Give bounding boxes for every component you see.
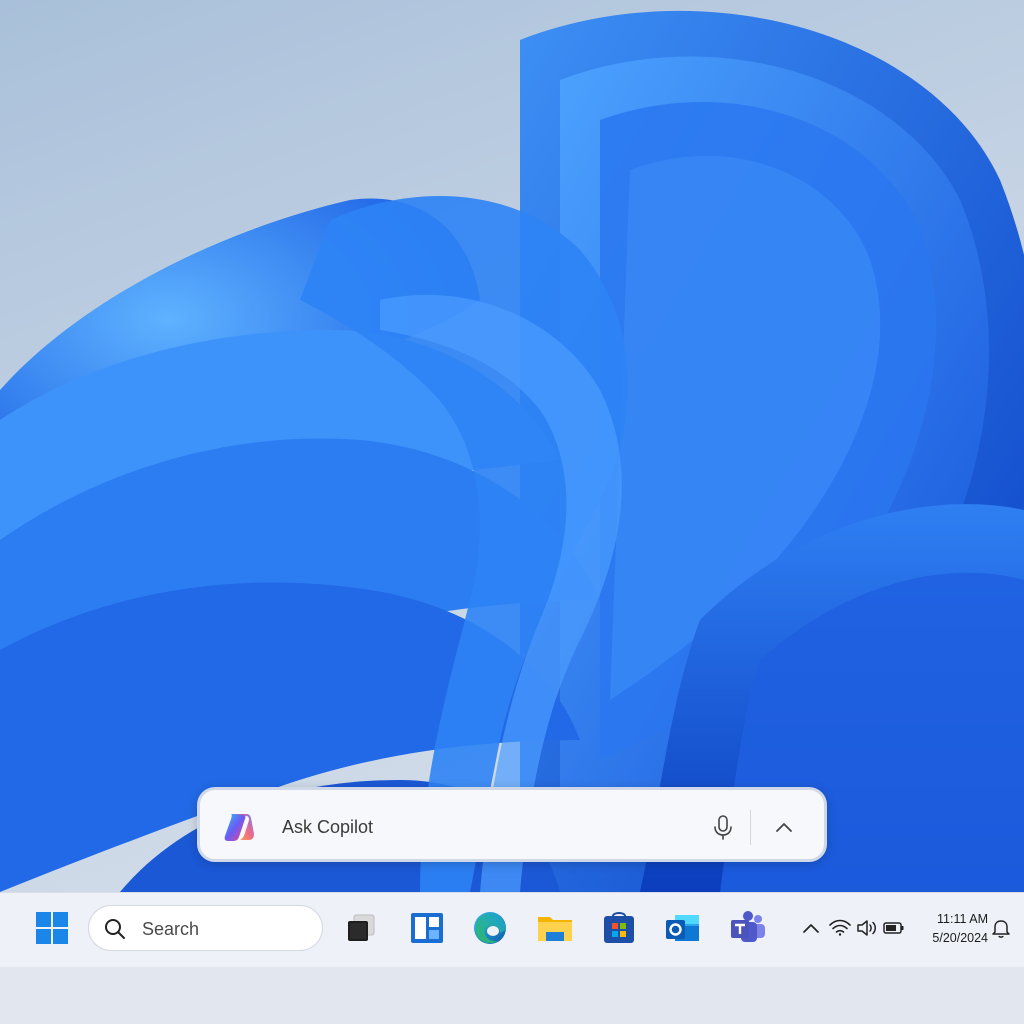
desktop-bottom-strip xyxy=(0,967,1024,1024)
search-placeholder[interactable]: Search xyxy=(142,919,199,940)
taskbar-search-box[interactable]: Search xyxy=(88,905,323,951)
taskbar-clock[interactable]: 11:11 AM 5/20/2024 xyxy=(912,910,988,948)
microphone-icon[interactable] xyxy=(708,812,738,842)
desktop-wallpaper xyxy=(0,0,1024,892)
task-view-icon[interactable] xyxy=(340,906,384,950)
store-icon[interactable] xyxy=(597,906,641,950)
folder-icon[interactable] xyxy=(533,906,577,950)
bell-icon[interactable] xyxy=(990,912,1012,944)
tray-overflow-chevron-up-icon[interactable] xyxy=(800,912,822,944)
teams-icon[interactable] xyxy=(726,906,770,950)
search-icon xyxy=(103,917,127,941)
battery-icon[interactable] xyxy=(882,912,906,944)
chevron-up-icon[interactable] xyxy=(770,814,798,842)
outlook-icon[interactable] xyxy=(661,906,705,950)
wifi-icon[interactable] xyxy=(828,912,852,944)
edge-icon[interactable] xyxy=(468,906,512,950)
copilot-prompt-placeholder[interactable]: Ask Copilot xyxy=(282,817,373,838)
copilot-divider xyxy=(750,810,751,845)
clock-date: 5/20/2024 xyxy=(932,931,988,945)
windows-start-icon[interactable] xyxy=(30,906,74,950)
copilot-bar[interactable]: Ask Copilot xyxy=(197,787,827,862)
bloom-artwork xyxy=(0,10,1024,892)
copilot-logo-icon[interactable] xyxy=(222,810,256,844)
clock-time: 11:11 AM xyxy=(937,912,988,926)
widgets-icon[interactable] xyxy=(405,906,449,950)
volume-icon[interactable] xyxy=(855,912,879,944)
